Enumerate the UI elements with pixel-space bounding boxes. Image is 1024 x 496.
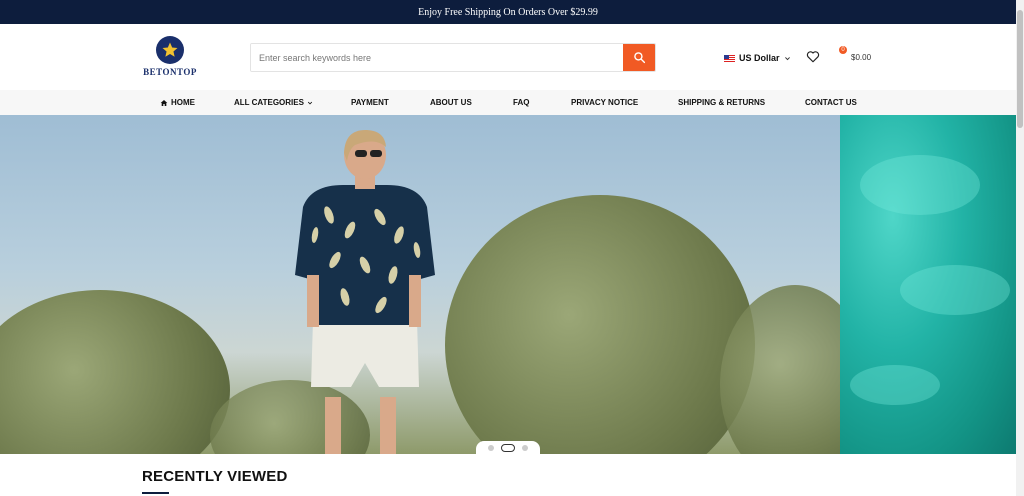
olive-tree-right (445, 195, 755, 454)
nav-label: ALL CATEGORIES (234, 98, 304, 107)
scrollbar-thumb[interactable] (1017, 10, 1023, 128)
recently-viewed-title: RECENTLY VIEWED (142, 468, 288, 485)
main-nav: HOME ALL CATEGORIES PAYMENT ABOUT US FAQ… (0, 90, 1016, 115)
logo-wordmark: BETONTOP (143, 67, 197, 77)
nav-item-home[interactable]: HOME (160, 90, 195, 115)
chevron-down-icon (307, 101, 313, 104)
carousel-dot[interactable] (522, 445, 528, 451)
model-figure (295, 129, 435, 454)
carousel-dot[interactable] (488, 445, 494, 451)
carousel-pagination (476, 441, 540, 455)
nav-item-payment[interactable]: PAYMENT (351, 90, 389, 115)
promo-text: Enjoy Free Shipping On Orders Over $29.9… (418, 6, 598, 18)
nav-label: PAYMENT (351, 98, 389, 107)
nav-label: CONTACT US (805, 98, 857, 107)
nav-item-about-us[interactable]: ABOUT US (430, 90, 472, 115)
page-scrollbar[interactable] (1016, 0, 1024, 496)
search-button[interactable] (623, 44, 655, 71)
home-icon (160, 99, 168, 106)
nav-label: ABOUT US (430, 98, 472, 107)
hero-next-slide-preview[interactable] (840, 115, 1016, 454)
cart-total: $0.00 (851, 52, 872, 62)
water-highlight (900, 265, 1010, 315)
cart-count-badge: 0 (839, 46, 847, 54)
wishlist-button[interactable] (806, 50, 822, 64)
nav-label: FAQ (513, 98, 530, 107)
section-title-underline (142, 492, 169, 494)
water-highlight (850, 365, 940, 405)
nav-item-all-categories[interactable]: ALL CATEGORIES (234, 90, 313, 115)
nav-label: HOME (171, 98, 195, 107)
currency-label: US Dollar (739, 53, 780, 63)
us-flag-icon (724, 54, 735, 62)
search-bar (250, 43, 656, 72)
search-icon (633, 52, 645, 64)
water-highlight (860, 155, 980, 215)
chevron-down-icon (784, 56, 790, 60)
nav-item-faq[interactable]: FAQ (513, 90, 529, 115)
site-header: BETONTOP US Dollar 0 $0.00 (0, 24, 1016, 90)
star-logo-icon (156, 36, 184, 64)
nav-item-privacy-notice[interactable]: PRIVACY NOTICE (571, 90, 638, 115)
nav-label: SHIPPING & RETURNS (678, 98, 766, 107)
nav-item-contact-us[interactable]: CONTACT US (805, 90, 857, 115)
search-input[interactable] (251, 44, 623, 71)
cart-button[interactable]: 0 $0.00 (831, 46, 872, 65)
carousel-dot-active[interactable] (501, 444, 515, 452)
hero-slide-image[interactable] (0, 115, 870, 454)
site-logo[interactable]: BETONTOP (141, 36, 199, 80)
promo-bar: Enjoy Free Shipping On Orders Over $29.9… (0, 0, 1016, 24)
nav-label: PRIVACY NOTICE (571, 98, 639, 107)
currency-selector[interactable]: US Dollar (724, 51, 791, 65)
nav-item-shipping-returns[interactable]: SHIPPING & RETURNS (678, 90, 765, 115)
heart-icon (806, 51, 820, 63)
hero-carousel[interactable] (0, 115, 1016, 454)
olive-tree-left (0, 290, 230, 454)
